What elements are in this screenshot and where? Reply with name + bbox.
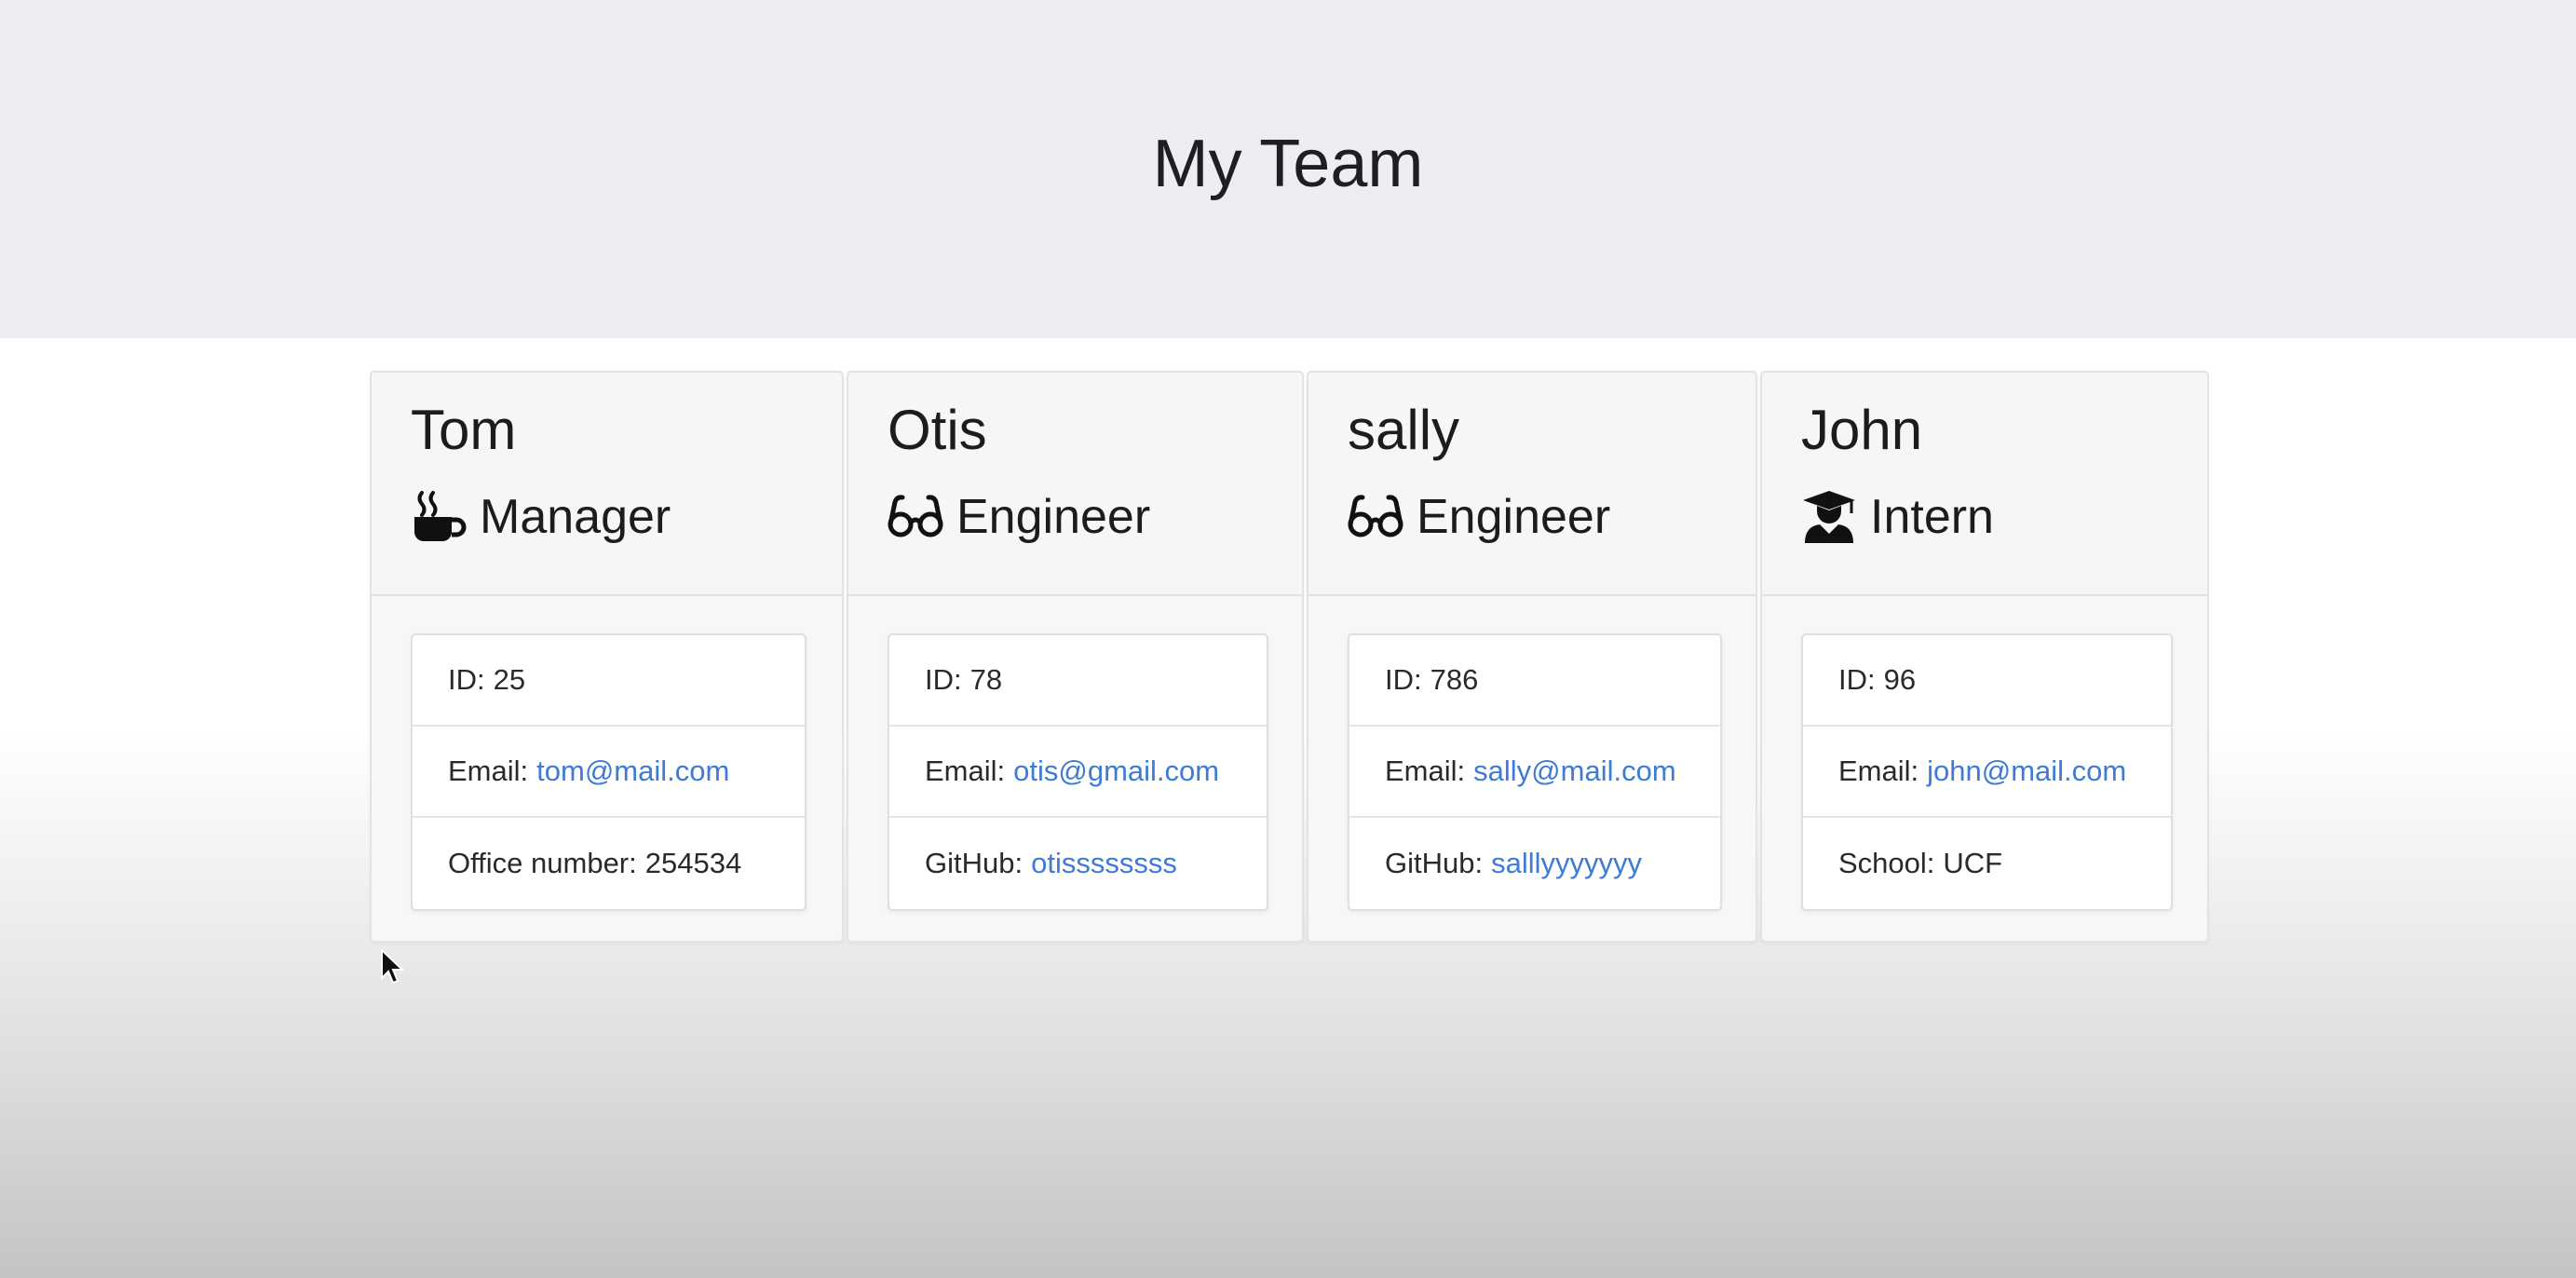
- id-value: 786: [1430, 663, 1479, 696]
- page-title: My Team: [1152, 127, 1424, 201]
- card-header: Otis Engineer: [848, 373, 1302, 596]
- employee-card-sally: sally Engineer ID: 786 Email: sally@mail…: [1307, 371, 1757, 943]
- employee-id-row: ID: 78: [889, 635, 1267, 727]
- employee-id-row: ID: 96: [1803, 635, 2171, 727]
- card-header: Tom Manager: [372, 373, 842, 596]
- employee-email-row: Email: sally@mail.com: [1349, 727, 1720, 818]
- id-value: 96: [1883, 663, 1917, 696]
- employee-role-label: Engineer: [1417, 490, 1611, 544]
- employee-details: ID: 25 Email: tom@mail.com Office number…: [411, 633, 807, 911]
- glasses-icon: [1348, 489, 1403, 545]
- email-link[interactable]: tom@mail.com: [536, 755, 729, 788]
- employee-name: Tom: [411, 399, 517, 461]
- id-label: ID:: [1385, 663, 1422, 696]
- email-label: Email:: [925, 755, 1006, 787]
- github-label: GitHub:: [925, 847, 1024, 879]
- mouse-cursor-icon: [380, 947, 405, 986]
- email-label: Email:: [1838, 755, 1919, 787]
- employee-name: John: [1801, 399, 1923, 461]
- employee-role-label: Manager: [480, 490, 671, 544]
- employee-role-label: Intern: [1870, 490, 1994, 544]
- employee-role-label: Engineer: [956, 490, 1151, 544]
- employee-role: Engineer: [1348, 486, 1610, 548]
- school-label: School:: [1838, 847, 1935, 879]
- employee-id-row: ID: 25: [413, 635, 805, 727]
- id-value: 78: [969, 663, 1003, 696]
- id-value: 25: [493, 663, 526, 696]
- employee-email-row: Email: otis@gmail.com: [889, 727, 1267, 818]
- employee-card-otis: Otis Engineer ID: 78 Email: otis@gmail.c…: [847, 371, 1304, 943]
- employee-name: sally: [1348, 399, 1460, 461]
- employee-role: Engineer: [888, 486, 1150, 548]
- github-link[interactable]: otissssssss: [1031, 847, 1177, 880]
- email-link[interactable]: otis@gmail.com: [1013, 755, 1219, 788]
- card-header: John Intern: [1762, 373, 2207, 596]
- id-label: ID:: [1838, 663, 1876, 696]
- office-number-row: Office number: 254534: [413, 818, 805, 909]
- github-row: GitHub: otissssssss: [889, 818, 1267, 909]
- team-cards: Tom Manager ID: 25 Email: tom@mail.com O…: [370, 371, 2209, 943]
- email-link[interactable]: john@mail.com: [1927, 755, 2126, 788]
- employee-details: ID: 78 Email: otis@gmail.com GitHub: oti…: [888, 633, 1268, 911]
- github-label: GitHub:: [1385, 847, 1484, 879]
- glasses-icon: [888, 489, 943, 545]
- employee-id-row: ID: 786: [1349, 635, 1720, 727]
- employee-role: Intern: [1801, 486, 1994, 548]
- id-label: ID:: [925, 663, 962, 696]
- graduate-icon: [1801, 489, 1857, 545]
- school-row: School: UCF: [1803, 818, 2171, 909]
- employee-details: ID: 96 Email: john@mail.com School: UCF: [1801, 633, 2173, 911]
- id-label: ID:: [448, 663, 485, 696]
- employee-card-john: John Intern ID: 96 Email: john@mail.com …: [1760, 371, 2209, 943]
- email-label: Email:: [1385, 755, 1466, 787]
- employee-role: Manager: [411, 486, 671, 548]
- office-number-value: 254534: [644, 847, 742, 879]
- school-value: UCF: [1943, 847, 2003, 879]
- email-label: Email:: [448, 755, 529, 787]
- employee-card-tom: Tom Manager ID: 25 Email: tom@mail.com O…: [370, 371, 844, 943]
- employee-email-row: Email: tom@mail.com: [413, 727, 805, 818]
- employee-name: Otis: [888, 399, 987, 461]
- github-row: GitHub: salllyyyyyyy: [1349, 818, 1720, 909]
- card-header: sally Engineer: [1308, 373, 1756, 596]
- jumbotron-header: My Team: [0, 0, 2576, 338]
- coffee-mug-icon: [411, 489, 467, 545]
- employee-details: ID: 786 Email: sally@mail.com GitHub: sa…: [1348, 633, 1722, 911]
- github-link[interactable]: salllyyyyyyy: [1491, 847, 1642, 880]
- office-number-label: Office number:: [448, 847, 637, 879]
- employee-email-row: Email: john@mail.com: [1803, 727, 2171, 818]
- email-link[interactable]: sally@mail.com: [1473, 755, 1676, 788]
